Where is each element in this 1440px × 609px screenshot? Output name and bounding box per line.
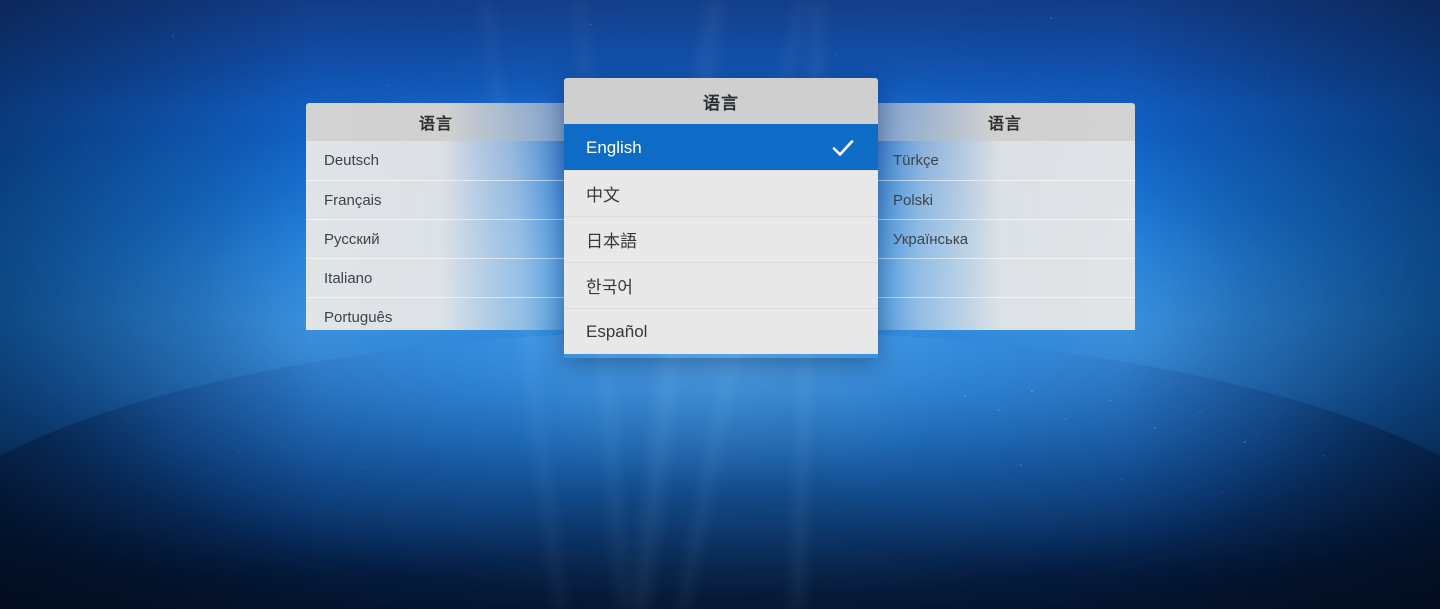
language-option-italiano[interactable]: Italiano	[306, 258, 566, 297]
language-panel-right: 语言 Türkçe Polski Українська	[875, 103, 1135, 330]
language-option-label: Español	[586, 321, 648, 341]
language-option-espanol[interactable]: Español	[564, 308, 878, 354]
language-option-polski[interactable]: Polski	[875, 180, 1135, 219]
language-option-empty-2	[875, 297, 1135, 330]
check-icon	[830, 135, 856, 161]
language-option-label: 日本語	[586, 232, 637, 251]
language-option-label: Русский	[324, 230, 380, 248]
language-panel-right-title: 语言	[875, 103, 1135, 141]
language-option-label: Deutsch	[324, 152, 380, 169]
language-panel-center-list: English 中文 日本語 한국어 Español	[564, 124, 878, 354]
language-option-label: Українська	[893, 230, 969, 248]
language-option-ukrainska[interactable]: Українська	[875, 219, 1135, 258]
language-option-empty-1	[875, 258, 1135, 297]
language-panel-left: 语言 Deutsch Français Русский Italiano Por…	[306, 103, 566, 330]
language-option-label: 中文	[586, 186, 620, 205]
language-option-label: 한국어	[586, 278, 633, 297]
language-option-francais[interactable]: Français	[306, 180, 566, 219]
language-option-label: Italiano	[324, 269, 373, 287]
language-option-english[interactable]: English	[564, 124, 878, 170]
language-option-chinese[interactable]: 中文	[564, 170, 878, 216]
language-option-label: Français	[324, 191, 382, 209]
language-panel-center-title: 语言	[564, 78, 878, 124]
language-option-deutsch[interactable]: Deutsch	[306, 141, 566, 180]
screen: 语言 Deutsch Français Русский Italiano Por…	[0, 0, 1440, 609]
language-option-label: Türkçe	[893, 152, 939, 169]
language-panel-left-title: 语言	[306, 103, 566, 141]
language-option-korean[interactable]: 한국어	[564, 262, 878, 308]
language-option-russkiy[interactable]: Русский	[306, 219, 566, 258]
language-panel-right-list: Türkçe Polski Українська	[875, 141, 1135, 330]
language-option-label: Português	[324, 308, 393, 326]
language-panel-left-list: Deutsch Français Русский Italiano Portug…	[306, 141, 566, 330]
language-option-portugues[interactable]: Português	[306, 297, 566, 330]
language-option-label: Polski	[893, 191, 934, 209]
language-option-label: English	[586, 137, 642, 157]
language-option-turkce[interactable]: Türkçe	[875, 141, 1135, 180]
language-panel-center: 语言 English 中文 日本語 한국어 Español	[564, 78, 878, 358]
language-option-japanese[interactable]: 日本語	[564, 216, 878, 262]
